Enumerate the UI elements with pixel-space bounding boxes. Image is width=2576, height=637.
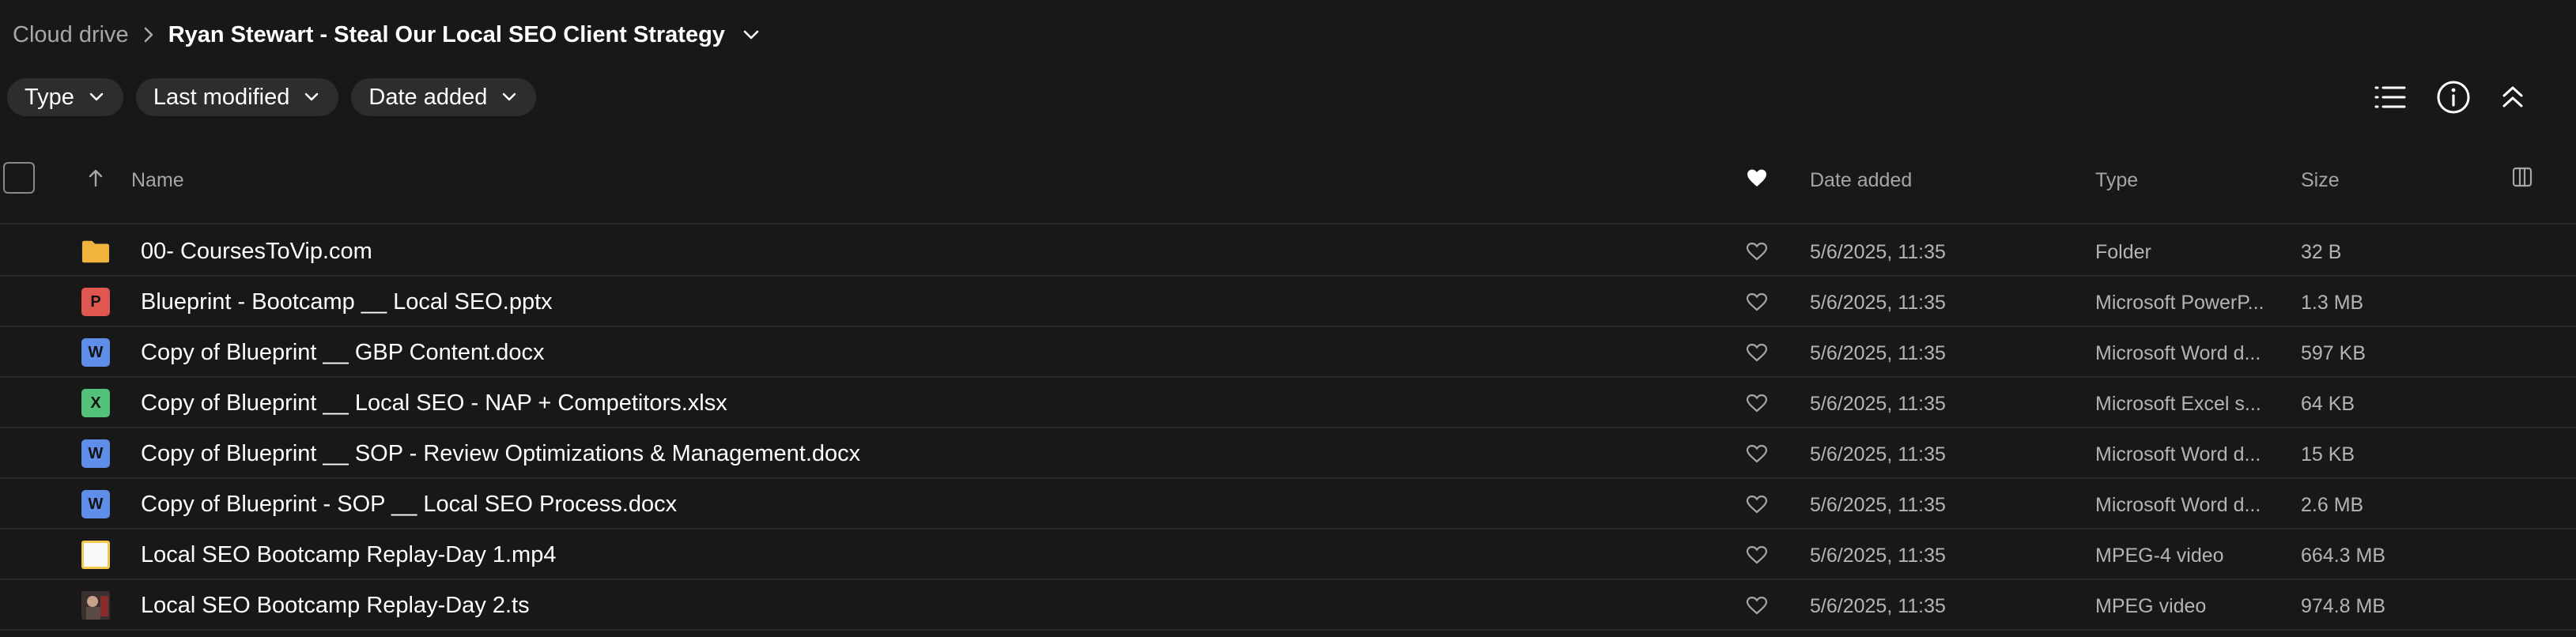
- select-all-checkbox[interactable]: [3, 162, 35, 194]
- favorite-heart-icon[interactable]: [1746, 292, 1768, 315]
- table-row[interactable]: Local SEO Bootcamp Replay-Day 1.mp4 5/6/…: [0, 530, 2576, 580]
- file-size: 32 B: [2301, 241, 2342, 263]
- file-type: Microsoft Word d...: [2095, 494, 2261, 516]
- table-row[interactable]: Local SEO Bootcamp Replay-Day 2.ts 5/6/2…: [0, 580, 2576, 631]
- file-name: Blueprint - Bootcamp __ Local SEO.pptx: [141, 289, 553, 315]
- excel-file-icon: X: [81, 389, 110, 417]
- video-thumbnail-icon: [81, 591, 110, 620]
- chevron-down-icon: [89, 92, 104, 101]
- file-list: 00- CoursesToVip.com 5/6/2025, 11:35 Fol…: [0, 226, 2576, 631]
- breadcrumb: Cloud drive Ryan Stewart - Steal Our Loc…: [13, 14, 760, 55]
- table-header: Name Date added Type Size: [0, 155, 2576, 224]
- table-row[interactable]: 00- CoursesToVip.com 5/6/2025, 11:35 Fol…: [0, 226, 2576, 277]
- file-type: MPEG-4 video: [2095, 545, 2224, 567]
- breadcrumb-current-folder[interactable]: Ryan Stewart - Steal Our Local SEO Clien…: [168, 22, 725, 48]
- file-name: Local SEO Bootcamp Replay-Day 2.ts: [141, 593, 530, 618]
- table-row[interactable]: W Copy of Blueprint - SOP __ Local SEO P…: [0, 479, 2576, 530]
- powerpoint-file-icon: P: [81, 288, 110, 316]
- column-header-date-added[interactable]: Date added: [1810, 169, 1912, 192]
- file-size: 1.3 MB: [2301, 292, 2364, 314]
- file-name: Copy of Blueprint - SOP __ Local SEO Pro…: [141, 492, 678, 517]
- file-name: Copy of Blueprint __ Local SEO - NAP + C…: [141, 390, 727, 416]
- file-name: Copy of Blueprint __ SOP - Review Optimi…: [141, 441, 861, 466]
- sort-ascending-icon[interactable]: [87, 168, 104, 192]
- word-file-icon: W: [81, 490, 110, 518]
- collapse-icon[interactable]: [2493, 77, 2533, 117]
- file-size: 664.3 MB: [2301, 545, 2386, 567]
- file-name: 00- CoursesToVip.com: [141, 239, 372, 264]
- favorite-heart-icon[interactable]: [1746, 545, 1768, 568]
- column-header-name[interactable]: Name: [131, 169, 184, 192]
- date-added: 5/6/2025, 11:35: [1810, 292, 1946, 314]
- file-size: 64 KB: [2301, 393, 2355, 415]
- column-settings-icon[interactable]: [2511, 166, 2533, 192]
- last-modified-filter-button[interactable]: Last modified: [135, 78, 339, 116]
- favorite-heart-icon[interactable]: [1746, 394, 1768, 416]
- breadcrumb-root-link[interactable]: Cloud drive: [13, 22, 129, 48]
- file-size: 974.8 MB: [2301, 595, 2386, 617]
- date-added: 5/6/2025, 11:35: [1810, 393, 1946, 415]
- word-file-icon: W: [81, 338, 110, 367]
- list-view-icon[interactable]: [2370, 77, 2410, 117]
- file-type: MPEG video: [2095, 595, 2207, 617]
- date-added: 5/6/2025, 11:35: [1810, 494, 1946, 516]
- file-type: Microsoft Word d...: [2095, 443, 2261, 466]
- favorite-heart-icon[interactable]: [1746, 495, 1768, 518]
- chevron-down-icon: [305, 92, 319, 101]
- file-type: Folder: [2095, 241, 2151, 263]
- filter-label: Type: [25, 84, 74, 110]
- column-header-type[interactable]: Type: [2095, 169, 2138, 192]
- table-row[interactable]: W Copy of Blueprint __ GBP Content.docx …: [0, 327, 2576, 378]
- table-row[interactable]: W Copy of Blueprint __ SOP - Review Opti…: [0, 428, 2576, 479]
- file-size: 2.6 MB: [2301, 494, 2364, 516]
- filter-bar: Type Last modified Date added: [7, 78, 537, 116]
- info-icon[interactable]: [2434, 77, 2473, 117]
- file-type: Microsoft PowerP...: [2095, 292, 2264, 314]
- date-added: 5/6/2025, 11:35: [1810, 241, 1946, 263]
- folder-icon: [81, 237, 110, 266]
- table-row[interactable]: P Blueprint - Bootcamp __ Local SEO.pptx…: [0, 277, 2576, 327]
- favorite-heart-icon[interactable]: [1746, 444, 1768, 467]
- filter-label: Date added: [368, 84, 488, 110]
- column-header-size[interactable]: Size: [2301, 169, 2340, 192]
- type-filter-button[interactable]: Type: [7, 78, 123, 116]
- chevron-right-icon: [129, 26, 168, 43]
- favorite-heart-icon[interactable]: [1746, 242, 1768, 265]
- file-size: 15 KB: [2301, 443, 2355, 466]
- file-name: Local SEO Bootcamp Replay-Day 1.mp4: [141, 542, 557, 567]
- chevron-down-icon[interactable]: [742, 29, 760, 40]
- file-name: Copy of Blueprint __ GBP Content.docx: [141, 340, 545, 365]
- chevron-down-icon: [503, 92, 516, 101]
- date-added-filter-button[interactable]: Date added: [351, 78, 537, 116]
- favorite-heart-icon[interactable]: [1746, 343, 1768, 366]
- favorite-column-heart-icon[interactable]: [1746, 168, 1768, 192]
- date-added: 5/6/2025, 11:35: [1810, 342, 1946, 364]
- file-type: Microsoft Excel s...: [2095, 393, 2261, 415]
- favorite-heart-icon[interactable]: [1746, 596, 1768, 619]
- date-added: 5/6/2025, 11:35: [1810, 443, 1946, 466]
- table-row[interactable]: X Copy of Blueprint __ Local SEO - NAP +…: [0, 378, 2576, 428]
- video-file-icon: [81, 541, 110, 569]
- date-added: 5/6/2025, 11:35: [1810, 545, 1946, 567]
- word-file-icon: W: [81, 439, 110, 468]
- file-size: 597 KB: [2301, 342, 2366, 364]
- file-type: Microsoft Word d...: [2095, 342, 2261, 364]
- filter-label: Last modified: [153, 84, 290, 110]
- date-added: 5/6/2025, 11:35: [1810, 595, 1946, 617]
